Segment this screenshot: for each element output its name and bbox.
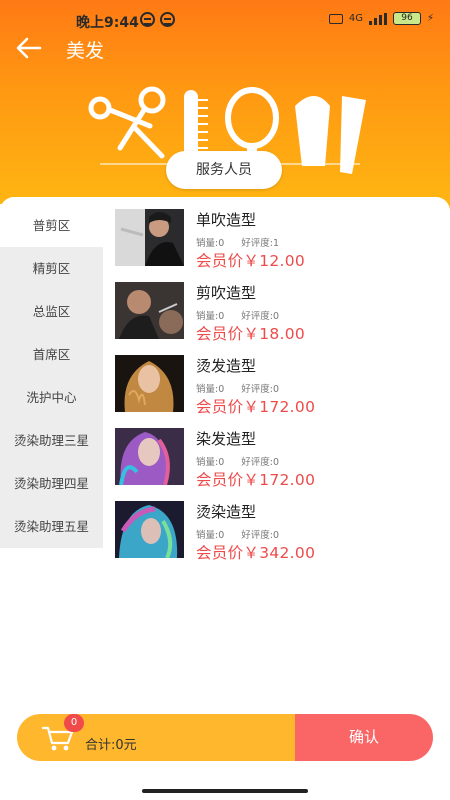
product-price: 会员价￥12.00 [196, 252, 306, 270]
confirm-button[interactable]: 确认 [295, 714, 433, 761]
product-rating: 好评度:0 [241, 530, 280, 541]
product-sales: 销量:0 [196, 311, 225, 322]
product-list: 单吹造型 销量:0 好评度:1 会员价￥12.00 剪吹造型 销量:0 好评度:… [115, 209, 435, 574]
sidebar-item-assistant-4star[interactable]: 烫染助理四星 [0, 462, 103, 505]
notification-icon [160, 12, 175, 27]
product-meta: 销量:0 好评度:0 [196, 454, 293, 468]
product-meta: 销量:0 好评度:0 [196, 527, 293, 541]
service-staff-button[interactable]: 服务人员 [166, 151, 282, 189]
cart-summary[interactable]: 合计:0元 [17, 714, 295, 761]
product-price: 会员价￥172.00 [196, 471, 316, 489]
cart-count-badge: 0 [64, 714, 84, 732]
product-rating: 好评度:0 [241, 384, 280, 395]
product-thumbnail [115, 209, 184, 266]
product-rating: 好评度:0 [241, 457, 280, 468]
status-indicators: 4G 96 ⚡ [328, 12, 434, 25]
status-time: 晚上9:44 [76, 15, 139, 31]
product-sales: 销量:0 [196, 238, 225, 249]
signal-icon [368, 12, 387, 25]
product-name: 单吹造型 [196, 211, 257, 229]
network-type: 4G [348, 13, 363, 24]
product-meta: 销量:0 好评度:0 [196, 381, 293, 395]
hd-icon [328, 13, 343, 24]
sidebar-item-assistant-5star[interactable]: 烫染助理五星 [0, 505, 103, 548]
sidebar-item-xihu[interactable]: 洗护中心 [0, 376, 103, 419]
product-thumbnail [115, 428, 184, 485]
battery-level: 96 [392, 12, 421, 25]
product-rating: 好评度:0 [241, 311, 280, 322]
product-thumbnail [115, 282, 184, 339]
product-sales: 销量:0 [196, 530, 225, 541]
back-button[interactable] [14, 34, 46, 62]
product-item[interactable]: 烫染造型 销量:0 好评度:0 会员价￥342.00 [115, 501, 435, 574]
sidebar-item-shouxi[interactable]: 首席区 [0, 333, 103, 376]
product-meta: 销量:0 好评度:1 [196, 235, 293, 249]
product-name: 剪吹造型 [196, 284, 257, 302]
product-price: 会员价￥18.00 [196, 325, 306, 343]
home-indicator [142, 789, 308, 793]
product-item[interactable]: 烫发造型 销量:0 好评度:0 会员价￥172.00 [115, 355, 435, 428]
product-name: 烫发造型 [196, 357, 257, 375]
product-sales: 销量:0 [196, 457, 225, 468]
sidebar-item-jingjian[interactable]: 精剪区 [0, 247, 103, 290]
cart-total: 合计:0元 [85, 738, 137, 753]
product-item[interactable]: 单吹造型 销量:0 好评度:1 会员价￥12.00 [115, 209, 435, 282]
product-sales: 销量:0 [196, 384, 225, 395]
sidebar-item-assistant-3star[interactable]: 烫染助理三星 [0, 419, 103, 462]
status-bar: 晚上9:44 4G 96 ⚡ [0, 0, 450, 34]
product-price: 会员价￥172.00 [196, 398, 316, 416]
product-rating: 好评度:1 [241, 238, 280, 249]
notification-icon [140, 12, 155, 27]
product-thumbnail [115, 501, 184, 558]
product-price: 会员价￥342.00 [196, 544, 316, 562]
sidebar-item-zongjian[interactable]: 总监区 [0, 290, 103, 333]
product-name: 染发造型 [196, 430, 257, 448]
charging-icon: ⚡ [426, 13, 434, 24]
back-arrow-icon [16, 37, 42, 59]
category-sidebar: 普剪区 精剪区 总监区 首席区 洗护中心 烫染助理三星 烫染助理四星 烫染助理五… [0, 204, 103, 548]
product-item[interactable]: 染发造型 销量:0 好评度:0 会员价￥172.00 [115, 428, 435, 501]
nav-bar: 美发 [0, 32, 450, 64]
product-name: 烫染造型 [196, 503, 257, 521]
product-thumbnail [115, 355, 184, 412]
product-item[interactable]: 剪吹造型 销量:0 好评度:0 会员价￥18.00 [115, 282, 435, 355]
main-content: 普剪区 精剪区 总监区 首席区 洗护中心 烫染助理三星 烫染助理四星 烫染助理五… [0, 197, 450, 800]
product-meta: 销量:0 好评度:0 [196, 308, 293, 322]
sidebar-item-putong[interactable]: 普剪区 [0, 204, 103, 247]
page-title: 美发 [66, 40, 105, 62]
